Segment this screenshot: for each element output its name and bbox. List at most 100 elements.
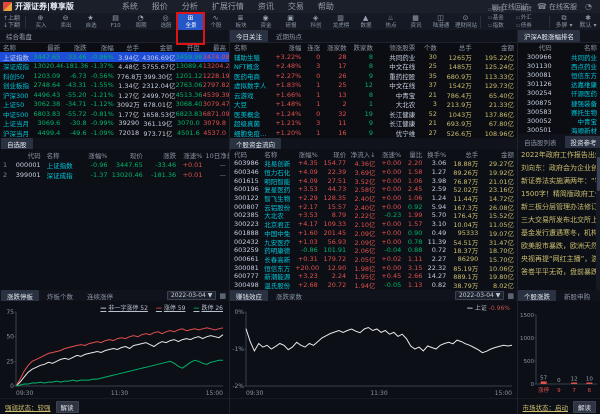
table-row[interactable]: 上证当月3069.6-30.8-0.99%39290361.19亿3070.03… bbox=[0, 119, 229, 129]
table-row[interactable]: 沪深3004496.43-55.20-1.21%1.27亿2499.70亿451… bbox=[0, 90, 229, 100]
limit-chart-legend: —非一字涨停 52—涨停 59—跌停 26 bbox=[100, 303, 223, 312]
table-row[interactable]: 2399001深证成指-1.3713020.46-181.36+0.01— bbox=[0, 170, 229, 180]
menu-item-系统[interactable]: 系统 bbox=[122, 1, 138, 12]
toolbar-button-个股[interactable]: ∿个股 bbox=[203, 13, 228, 30]
toolbar-grid-债券[interactable]: ▫债券 bbox=[516, 22, 542, 29]
table-row[interactable]: 大豆+1.48%121大北农3213.9万21.33亿 bbox=[231, 100, 517, 110]
toolbar-grid-基金[interactable]: ▫基金 bbox=[488, 14, 514, 21]
table-header: 名称最新涨跌涨幅总手金额开盘最高 bbox=[0, 42, 229, 52]
tab-连续涨停[interactable]: 连续涨停 bbox=[81, 290, 119, 302]
scrollbar-thumb[interactable] bbox=[597, 157, 600, 191]
table-row[interactable]: 中证5006803.83-55.72-0.81%1.77亿1658.53亿682… bbox=[0, 109, 229, 119]
table-row[interactable]: 细胞免疫…+1.20%1169优宁维27526.6万108.96亿 bbox=[231, 128, 517, 138]
table-row[interactable]: 上证503062.38-34.71-1.12%3092万678.01亿3068.… bbox=[0, 100, 229, 110]
tab-market-overview[interactable]: 综合看盘 bbox=[0, 31, 38, 41]
toolbar-button-板块[interactable]: ≣板块 bbox=[228, 13, 253, 30]
toolbar-button-科创[interactable]: ◈科创 bbox=[303, 13, 328, 30]
tab-炸板个数[interactable]: 炸板个数 bbox=[41, 290, 79, 302]
table-row[interactable]: 辅助生殖+3.22%0288共同药业301265万195.22亿 bbox=[231, 52, 517, 62]
toolbar-button-买入[interactable]: ⊕买入 bbox=[28, 13, 53, 30]
toolbar-button-陆港通[interactable]: ◫陆港通 bbox=[428, 13, 453, 30]
toolbar-button-热点[interactable]: ♨热点 bbox=[378, 13, 403, 30]
page-flip-buttons[interactable]: ↑上翻 ↓下翻 bbox=[3, 15, 20, 29]
tab-涨跌家数[interactable]: 涨跌家数 bbox=[270, 290, 308, 302]
toolbar-button-F10[interactable]: ▤F10 bbox=[103, 13, 128, 30]
menu-item-帮助[interactable]: 帮助 bbox=[318, 1, 334, 12]
table-row[interactable]: 云游戏+1.66%1138中青宝21786.4万65.40亿 bbox=[231, 90, 517, 100]
menu-item-报价[interactable]: 报价 bbox=[152, 1, 168, 12]
news-scrollbar[interactable] bbox=[596, 149, 600, 290]
table-row[interactable]: 沪深当月4499.4-49.6-1.09%72018973.71亿4501.64… bbox=[0, 128, 229, 138]
toolbar-button-全景[interactable]: ⊞全景 bbox=[178, 13, 203, 30]
tab-money-flow[interactable]: 个股资金流向 bbox=[230, 138, 281, 150]
table-row[interactable]: 300501海顺新材 bbox=[517, 126, 600, 135]
toolbar-button-周期[interactable]: ◔周期 bbox=[128, 13, 153, 30]
table-row[interactable]: 医美概念+1.24%03219长江健康521043万137.86亿 bbox=[231, 109, 517, 119]
table-row[interactable]: 300498温氏股份+2.6820.721.94亿-0.051.130.8238… bbox=[231, 281, 517, 290]
date-picker-mid[interactable]: 2022-03-04 ▼ bbox=[455, 291, 504, 300]
table-row[interactable]: NFT概念+2.48%3178中文在线251485万125.24亿 bbox=[231, 62, 517, 72]
news-item[interactable]: 基金发行遭遇寒冬，机构： bbox=[517, 227, 597, 240]
table-row[interactable]: 上证指数3447.65-33.46-0.96%3.94亿4306.69亿3459… bbox=[0, 52, 229, 62]
table-row[interactable]: 虚拟数字人+1.83%12512中文在线371542万129.73亿 bbox=[231, 81, 517, 91]
toolbar-button-选股[interactable]: ◎选股 bbox=[153, 13, 178, 30]
explain-button-left[interactable]: 解读 bbox=[56, 401, 79, 413]
menu-item-分析[interactable]: 分析 bbox=[182, 1, 198, 12]
date-picker-left[interactable]: 2022-03-04 ▼ bbox=[167, 291, 216, 300]
toolbar-button-研报[interactable]: ▣研报 bbox=[278, 13, 303, 30]
menu-item-扩展行情[interactable]: 扩展行情 bbox=[212, 1, 244, 12]
app-title: 开源证券|尊享版 bbox=[15, 1, 74, 12]
table-row[interactable]: 深证成指13020.46-181.36-1.37%4.48亿5755.67亿13… bbox=[0, 62, 229, 72]
toolbar-button-数据[interactable]: ▲数据 bbox=[353, 13, 378, 30]
tab-gainers-rank[interactable]: 沪深A股涨幅排名 bbox=[518, 30, 580, 42]
tab-近期热点[interactable]: 近期热点 bbox=[270, 30, 308, 42]
toolbar-button-卖出[interactable]: ⊖卖出 bbox=[53, 13, 78, 30]
toolbar-button-资金[interactable]: ◉资金 bbox=[253, 13, 278, 30]
table-row[interactable]: 1000001上证指数-0.963447.65-33.46+0.01— bbox=[0, 160, 229, 170]
news-item[interactable]: 三大交易所发布北交所上市 bbox=[517, 214, 597, 227]
toolbar-button-龙虎榜[interactable]: ▥龙虎榜 bbox=[328, 13, 353, 30]
table-row[interactable]: 超级真菌+1.21%3119长江健康21693.9万67.80亿 bbox=[231, 119, 517, 129]
tab-今日关注[interactable]: 今日关注 bbox=[230, 30, 268, 42]
news-item[interactable]: 欧美股市暴跌，欧洲天然气 bbox=[517, 240, 597, 253]
menu-item-交易[interactable]: 交易 bbox=[288, 1, 304, 12]
market-temp-status[interactable]: 市场状态：启动 bbox=[523, 402, 569, 412]
calendar-icon[interactable]: ▦ bbox=[219, 292, 226, 300]
news-item[interactable]: 新证券法实施满两年：“零” bbox=[517, 175, 597, 188]
page-down-button[interactable]: ↓下翻 bbox=[3, 22, 20, 29]
toolbar-grid-股指[interactable]: ▫股指 bbox=[488, 6, 514, 13]
toolbar-grid-外汇[interactable]: ▫外汇 bbox=[516, 14, 542, 21]
news-item[interactable]: 2022年政府工作报告出炉 bbox=[517, 149, 597, 162]
tab-涨跌停板[interactable]: 涨跌停板 bbox=[1, 290, 39, 302]
news-item[interactable]: 答卷平平无奇，盘前暴跌 bbox=[517, 266, 597, 279]
link-在线客服[interactable]: ☎在线客服 bbox=[537, 2, 577, 12]
toolbar-dropdown-多屏[interactable]: ⧉多屏 ▾ bbox=[552, 14, 576, 29]
news-item[interactable]: 央视再提“网红主播”，游 bbox=[517, 253, 597, 266]
tab-个股涨跌[interactable]: 个股涨跌 bbox=[518, 290, 556, 302]
周期-icon: ◔ bbox=[137, 14, 143, 22]
calendar-icon[interactable]: ▦ bbox=[507, 292, 514, 300]
news-item[interactable]: 新三板分层管理办法修订发 bbox=[517, 201, 597, 214]
bell-icon[interactable]: ◔ bbox=[585, 2, 592, 11]
news-item[interactable]: 刘向东：政府会为企业创新 bbox=[517, 162, 597, 175]
table-row[interactable]: 医药电商+2.27%0269重药控股35680.9万113.33亿 bbox=[231, 71, 517, 81]
table-row[interactable]: 创业板指2748.64-43.31-1.55%1.34亿2312.04亿2763… bbox=[0, 81, 229, 91]
toolbar-dropdown-默认[interactable]: ✱默认 ▾ bbox=[576, 14, 600, 29]
news-item[interactable]: 1500字！精简版政府工作报 bbox=[517, 188, 597, 201]
tab-watchlist[interactable]: 自选股 bbox=[1, 138, 33, 150]
money-effect-tabs: 赚钱效应涨跌家数 bbox=[229, 290, 309, 302]
toolbar-button-理财网站[interactable]: ⊙理财网站 bbox=[453, 13, 478, 30]
toolbar-button-自选[interactable]: ★自选 bbox=[78, 13, 103, 30]
toolbar-grid-期货[interactable]: ▫期货 bbox=[516, 6, 542, 13]
tab-新股申购[interactable]: 新股申购 bbox=[558, 290, 596, 302]
toolbar-button-资讯[interactable]: ▦资讯 bbox=[403, 13, 428, 30]
explain-button-right[interactable]: 解读 bbox=[573, 401, 596, 413]
tab-赚钱效应[interactable]: 赚钱效应 bbox=[230, 290, 268, 302]
strength-status[interactable]: 强弱状态：较强 bbox=[5, 402, 51, 412]
toolbar-grid-指数[interactable]: ▫指数 bbox=[488, 22, 514, 29]
tab-自选股列表[interactable]: 自选股列表 bbox=[518, 136, 563, 148]
tab-投资参考[interactable]: 投资参考 bbox=[565, 136, 600, 148]
page-up-button[interactable]: ↑上翻 bbox=[3, 15, 20, 22]
menu-item-资讯[interactable]: 资讯 bbox=[258, 1, 274, 12]
table-row[interactable]: 科创501203.09-6.73-0.56%776.8万399.30亿1201.… bbox=[0, 71, 229, 81]
